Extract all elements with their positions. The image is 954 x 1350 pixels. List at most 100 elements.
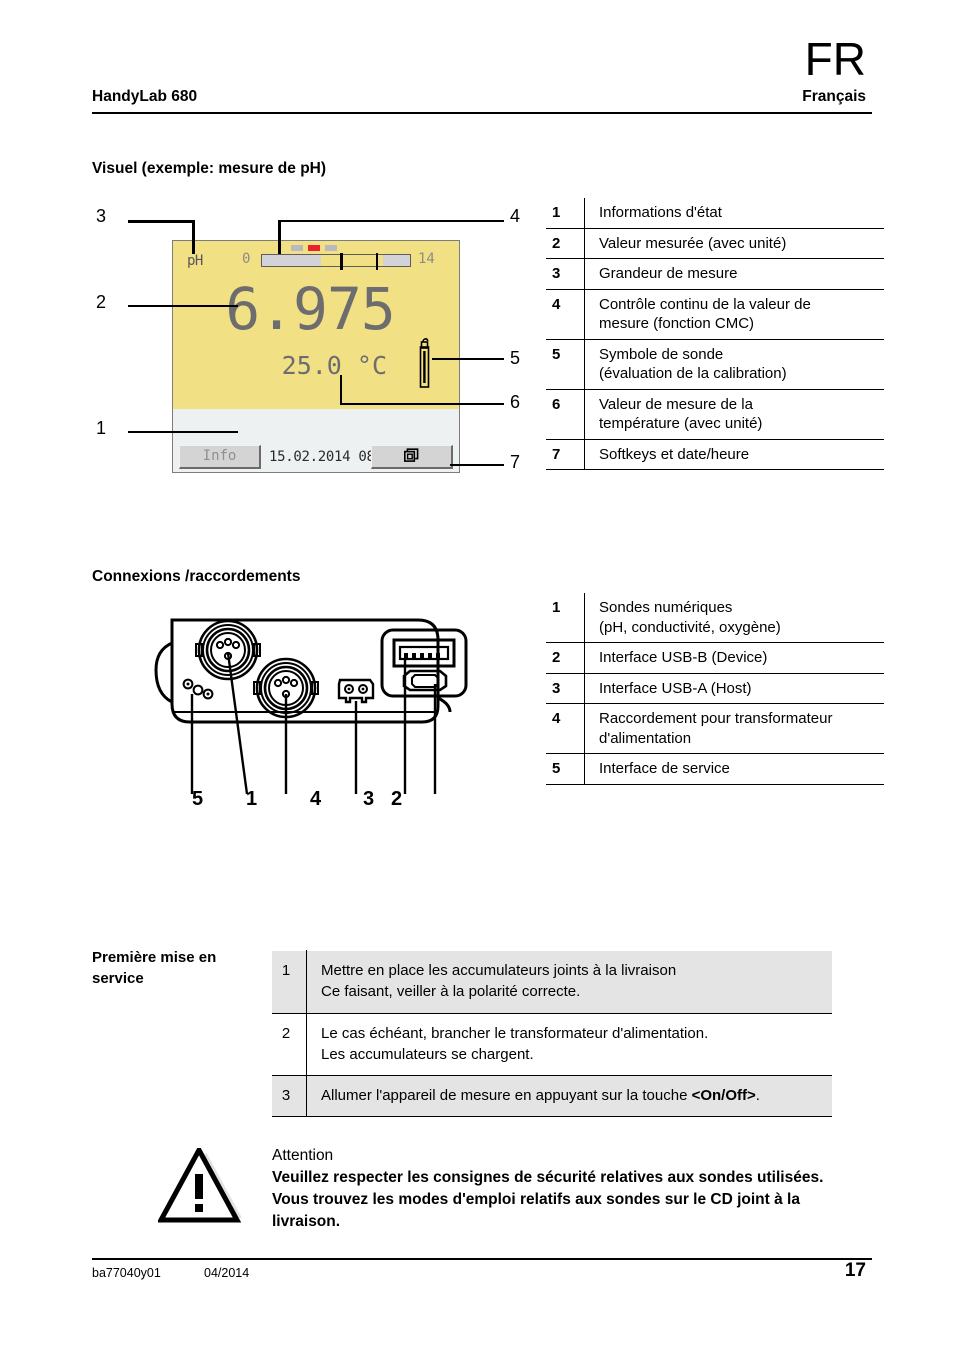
cmc-tick-mark <box>375 253 378 270</box>
softkey-info-button[interactable]: Info <box>179 445 261 469</box>
footer-page-number: 17 <box>844 1260 866 1281</box>
step-text-line2: Ce faisant, veiller à la polarité correc… <box>321 983 581 1001</box>
legend-text-line1: Valeur de mesure de la <box>599 395 753 413</box>
leader-display-5 <box>432 358 504 360</box>
callout-connection-3: 3 <box>363 788 375 810</box>
header-product-name: HandyLab 680 <box>92 88 198 105</box>
table-row: 3 Grandeur de mesure <box>546 258 884 290</box>
legend-text-line1: Contrôle continu de la valeur de <box>599 295 811 313</box>
leader-display-1 <box>128 431 238 433</box>
legend-text: Softkeys et date/heure <box>584 439 884 470</box>
step-text: Mettre en place les accumulateurs joints… <box>306 950 832 1014</box>
usb-b-device-port <box>402 669 448 692</box>
legend-number: 1 <box>546 198 585 229</box>
step-text-line1: Allumer l'appareil de mesure en appuyant… <box>321 1087 692 1105</box>
digital-probe-socket-upper <box>195 619 261 681</box>
document-page: FR HandyLab 680 Français Visuel (exemple… <box>0 0 954 1350</box>
step-text: Allumer l'appareil de mesure en appuyant… <box>306 1075 832 1118</box>
legend-number: 7 <box>546 439 585 470</box>
first-startup-steps-table: 1 Mettre en place les accumulateurs join… <box>272 950 832 1118</box>
display-temperature-value: 25.0 °C <box>281 351 387 380</box>
language-code: FR <box>804 33 866 85</box>
first-startup-label: Première mise en service <box>92 948 262 989</box>
legend-text-line1: Sondes numériques <box>599 599 733 616</box>
legend-text: Interface de service <box>584 753 884 785</box>
section-title-connections: Connexions /raccordements <box>92 568 301 585</box>
warning-line-2: Vous trouvez les modes d'emploi relatifs… <box>272 1191 800 1208</box>
callout-display-4: 4 <box>510 206 521 226</box>
connections-legend-table: 1 Sondes numériques (pH, conductivité, o… <box>546 593 884 785</box>
multi-window-icon <box>404 448 419 462</box>
cmc-scale-max-label: 14 <box>418 251 435 267</box>
power-supply-connector <box>337 678 375 704</box>
cmc-pointer <box>340 253 344 270</box>
display-softkey-bar: Info 15.02.2014 08:00 <box>173 442 459 472</box>
table-row: 4 Contrôle continu de la valeur de mesur… <box>546 289 884 340</box>
legend-number: 1 <box>546 593 585 643</box>
table-row: 7 Softkeys et date/heure <box>546 439 884 470</box>
cmc-marker-blocks <box>291 245 337 251</box>
table-row: 6 Valeur de mesure de la température (av… <box>546 389 884 440</box>
leader-display-4-h <box>280 220 504 222</box>
callout-connection-1: 1 <box>246 788 258 810</box>
legend-text: Contrôle continu de la valeur de mesure … <box>584 289 884 340</box>
header-language-name: Français <box>802 88 866 105</box>
display-measurement-area: pH 0 14 6.975 25.0 °C <box>173 241 459 409</box>
table-row: 5 Symbole de sonde (évaluation de la cal… <box>546 339 884 390</box>
usb-a-host-port <box>392 638 456 668</box>
callout-display-3: 3 <box>96 206 107 226</box>
table-row: 2 Interface USB-B (Device) <box>546 642 884 674</box>
legend-text-line1: Raccordement pour transformateur <box>599 710 833 727</box>
step-text-line1: Le cas échéant, brancher le transformate… <box>321 1024 709 1042</box>
step-number: 3 <box>272 1075 307 1118</box>
cmc-marker-active <box>308 245 320 251</box>
legend-number: 2 <box>546 642 585 674</box>
callout-display-6: 6 <box>510 392 521 412</box>
cmc-scale-min-label: 0 <box>242 251 251 267</box>
step-text-line1: Mettre en place les accumulateurs joints… <box>321 962 677 979</box>
warning-triangle-icon <box>158 1148 242 1223</box>
legend-number: 3 <box>546 673 585 704</box>
leader-display-6-v <box>340 375 343 404</box>
callout-connection-4: 4 <box>310 788 322 810</box>
callout-display-2: 2 <box>96 292 107 312</box>
callout-connection-5: 5 <box>192 788 204 810</box>
legend-text: Valeur mesurée (avec unité) <box>584 228 884 259</box>
legend-text-line1: Symbole de sonde <box>599 345 724 363</box>
leader-display-6-h <box>340 403 504 405</box>
leader-display-3-v <box>192 220 195 254</box>
cmc-marker-right <box>325 245 337 251</box>
legend-number: 4 <box>546 289 585 340</box>
cmc-segment-left <box>262 255 322 266</box>
legend-number: 4 <box>546 703 585 754</box>
header-rule <box>92 112 872 114</box>
table-row: 3 Allumer l'appareil de mesure en appuya… <box>272 1075 832 1118</box>
service-interface-contacts <box>182 678 214 700</box>
legend-text-line2: (pH, conductivité, oxygène) <box>599 618 781 636</box>
legend-text: Raccordement pour transformateur d'alime… <box>584 703 884 754</box>
legend-text: Grandeur de mesure <box>584 258 884 290</box>
warning-title: Attention <box>272 1147 334 1164</box>
step-text: Le cas échéant, brancher le transformate… <box>306 1013 832 1077</box>
table-row: 2 Le cas échéant, brancher le transforma… <box>272 1013 832 1077</box>
display-legend-table: 1 Informations d'état 2 Valeur mesurée (… <box>546 198 884 470</box>
footer-rule <box>92 1258 872 1260</box>
legend-number: 5 <box>546 753 585 785</box>
callout-display-7: 7 <box>510 452 521 472</box>
step-number: 1 <box>272 950 307 1014</box>
warning-line-3: livraison. <box>272 1213 341 1230</box>
step-text-line2: Les accumulateurs se chargent. <box>321 1045 534 1063</box>
table-row: 1 Mettre en place les accumulateurs join… <box>272 950 832 1014</box>
cmc-marker-left <box>291 245 303 251</box>
step-number: 2 <box>272 1013 307 1077</box>
table-row: 1 Sondes numériques (pH, conductivité, o… <box>546 593 884 643</box>
display-measured-value: 6.975 <box>225 275 396 343</box>
legend-text: Symbole de sonde (évaluation de la calib… <box>584 339 884 390</box>
leader-display-4-v <box>278 220 281 254</box>
softkey-multiwindow-button[interactable] <box>371 445 453 469</box>
step-text-line2: . <box>755 1087 760 1105</box>
legend-text-line2: mesure (fonction CMC) <box>599 315 755 332</box>
footer-document-number: ba77040y01 <box>92 1266 161 1280</box>
leader-display-2 <box>128 305 238 307</box>
footer-date: 04/2014 <box>204 1266 250 1280</box>
